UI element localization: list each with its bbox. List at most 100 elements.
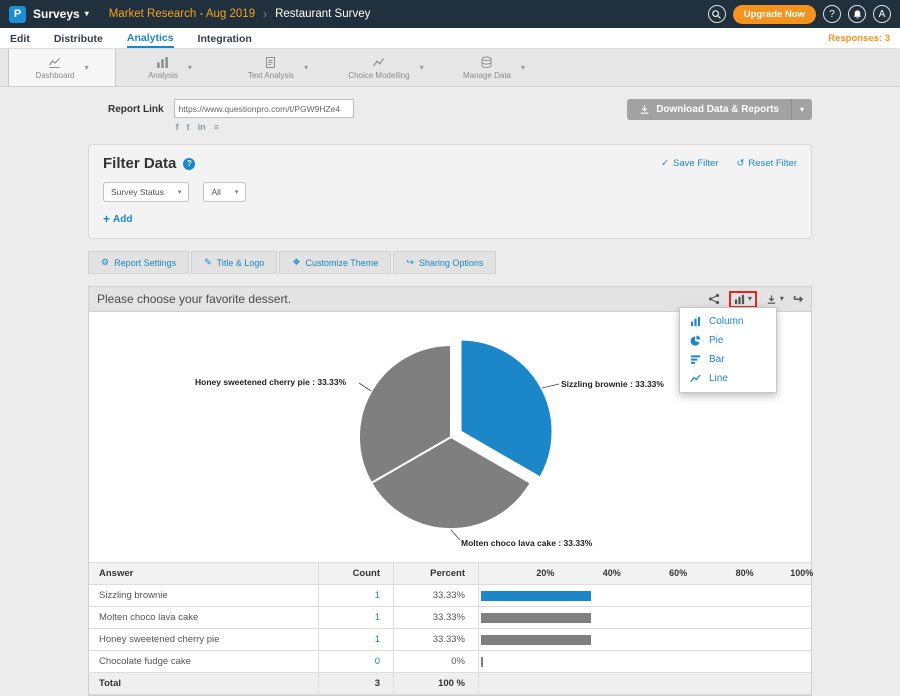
count-cell[interactable]: 0 bbox=[319, 651, 394, 672]
twitter-icon[interactable]: t bbox=[187, 122, 190, 132]
annotation-highlight-box: ▾ bbox=[729, 291, 757, 308]
chart-download-button[interactable]: ▾ bbox=[766, 294, 784, 305]
toolbar-item-choice-modelling[interactable]: Choice Modelling ▾ bbox=[332, 49, 440, 86]
social-share-row: f t in ≡ bbox=[176, 122, 354, 132]
percent-bar bbox=[481, 657, 483, 667]
download-label: Download Data & Reports bbox=[656, 104, 779, 115]
toolbar-label: Choice Modelling bbox=[348, 71, 409, 80]
chevron-down-icon[interactable]: ▾ bbox=[85, 64, 89, 72]
pie-callout-honey-cherry: Honey sweetened cherry pie : 33.33% bbox=[195, 377, 346, 387]
chevron-down-icon[interactable]: ▾ bbox=[521, 64, 525, 72]
survey-status-select[interactable]: Survey Status ▾ bbox=[103, 182, 189, 202]
toolbar-label: Dashboard bbox=[35, 71, 74, 80]
tab-label: Report Settings bbox=[114, 258, 176, 268]
count-cell[interactable]: 1 bbox=[319, 629, 394, 650]
tab-sharing-options[interactable]: ↪ Sharing Options bbox=[393, 251, 496, 274]
search-button[interactable] bbox=[708, 5, 726, 23]
chevron-down-icon: ▾ bbox=[235, 189, 239, 196]
add-label: Add bbox=[113, 214, 132, 225]
chart-share-button[interactable]: ↪ bbox=[793, 292, 803, 306]
save-filter-label: Save Filter bbox=[673, 158, 718, 169]
menu-item-column[interactable]: Column bbox=[680, 312, 776, 331]
filter-selects: Survey Status ▾ All ▾ bbox=[103, 182, 797, 202]
percent-bar bbox=[481, 613, 591, 623]
nav-item-edit[interactable]: Edit bbox=[10, 29, 30, 47]
bar-chart-icon bbox=[690, 354, 701, 365]
top-bar-left: P Surveys ▾ Market Research - Aug 2019 ›… bbox=[9, 6, 370, 23]
table-row: Honey sweetened cherry pie 1 33.33% bbox=[89, 629, 811, 651]
chart-type-button[interactable]: ▾ bbox=[734, 294, 752, 305]
menu-item-label: Line bbox=[709, 373, 728, 384]
notifications-button[interactable] bbox=[848, 5, 866, 23]
save-filter-button[interactable]: ✓ Save Filter bbox=[661, 158, 718, 169]
list-icon[interactable]: ≡ bbox=[214, 122, 219, 132]
nav-item-distribute[interactable]: Distribute bbox=[54, 29, 103, 47]
bar-cell bbox=[479, 607, 811, 628]
main-nav: Edit Distribute Analytics Integration Re… bbox=[0, 28, 900, 49]
count-cell[interactable]: 1 bbox=[319, 585, 394, 606]
chevron-down-icon[interactable]: ▾ bbox=[188, 64, 192, 72]
share-settings-icon[interactable] bbox=[708, 293, 720, 305]
upgrade-now-button[interactable]: Upgrade Now bbox=[733, 5, 816, 24]
table-row: Molten choco lava cake 1 33.33% bbox=[89, 607, 811, 629]
responses-count[interactable]: Responses: 3 bbox=[828, 33, 890, 44]
menu-item-bar[interactable]: Bar bbox=[680, 350, 776, 369]
answer-cell: Chocolate fudge cake bbox=[89, 651, 319, 672]
table-row: Chocolate fudge cake 0 0% bbox=[89, 651, 811, 673]
column-header-percent: Percent bbox=[394, 563, 479, 584]
chevron-down-icon[interactable]: ▾ bbox=[304, 64, 308, 72]
status-value: All bbox=[211, 187, 220, 197]
scale-tick: 80% bbox=[736, 568, 754, 578]
toolbar-item-text-analysis[interactable]: Text Analysis ▾ bbox=[224, 49, 332, 86]
surveys-menu[interactable]: Surveys ▾ bbox=[33, 7, 89, 21]
toolbar-label: Manage Data bbox=[463, 71, 511, 80]
pie-chart-icon bbox=[690, 335, 701, 346]
tab-label: Title & Logo bbox=[217, 258, 265, 268]
report-link-label: Report Link bbox=[108, 104, 164, 115]
breadcrumb-folder[interactable]: Market Research - Aug 2019 bbox=[109, 8, 255, 20]
theme-icon: ❖ bbox=[292, 257, 300, 268]
check-icon: ✓ bbox=[661, 158, 669, 169]
menu-item-pie[interactable]: Pie bbox=[680, 331, 776, 350]
help-button[interactable]: ? bbox=[823, 5, 841, 23]
download-data-reports-button[interactable]: Download Data & Reports bbox=[627, 99, 791, 120]
tab-report-settings[interactable]: ⚙ Report Settings bbox=[88, 251, 189, 274]
report-tabs: ⚙ Report Settings ✎ Title & Logo ❖ Custo… bbox=[88, 251, 812, 274]
status-value-select[interactable]: All ▾ bbox=[203, 182, 246, 202]
text-analysis-icon bbox=[264, 56, 277, 69]
help-icon[interactable]: ? bbox=[183, 158, 195, 170]
top-bar: P Surveys ▾ Market Research - Aug 2019 ›… bbox=[0, 0, 900, 28]
pie-callout-sizzling-brownie: Sizzling brownie : 33.33% bbox=[561, 379, 664, 389]
avatar[interactable]: A bbox=[873, 5, 891, 23]
report-link-input[interactable] bbox=[174, 99, 354, 118]
facebook-icon[interactable]: f bbox=[176, 122, 179, 132]
toolbar-item-manage-data[interactable]: Manage Data ▾ bbox=[440, 49, 548, 86]
nav-item-analytics[interactable]: Analytics bbox=[127, 28, 174, 48]
menu-item-label: Column bbox=[709, 316, 743, 327]
answer-cell: Molten choco lava cake bbox=[89, 607, 319, 628]
reset-filter-button[interactable]: ↺ Reset Filter bbox=[736, 158, 797, 169]
chevron-down-icon: ▾ bbox=[178, 189, 182, 196]
tab-customize-theme[interactable]: ❖ Customize Theme bbox=[279, 251, 391, 274]
percent-cell: 33.33% bbox=[394, 607, 479, 628]
question-title: Please choose your favorite dessert. bbox=[97, 292, 291, 306]
add-filter-button[interactable]: + Add bbox=[103, 212, 132, 226]
nav-item-integration[interactable]: Integration bbox=[198, 29, 252, 47]
reset-icon: ↺ bbox=[736, 158, 744, 169]
table-row: Sizzling brownie 1 33.33% bbox=[89, 585, 811, 607]
tab-title-logo[interactable]: ✎ Title & Logo bbox=[191, 251, 277, 274]
download-menu-caret[interactable]: ▾ bbox=[791, 99, 812, 120]
count-cell[interactable]: 1 bbox=[319, 607, 394, 628]
toolbar-label: Text Analysis bbox=[248, 71, 294, 80]
toolbar-item-dashboard[interactable]: Dashboard ▾ bbox=[8, 49, 116, 86]
menu-item-line[interactable]: Line bbox=[680, 369, 776, 388]
bar-cell bbox=[479, 629, 811, 650]
total-label: Total bbox=[89, 673, 319, 694]
questionpro-logo[interactable]: P bbox=[9, 6, 26, 23]
chevron-down-icon[interactable]: ▾ bbox=[420, 64, 424, 72]
linkedin-icon[interactable]: in bbox=[198, 122, 206, 132]
toolbar-item-analysis[interactable]: Analysis ▾ bbox=[116, 49, 224, 86]
percent-bar bbox=[481, 591, 591, 601]
breadcrumb-separator-icon: › bbox=[263, 7, 267, 21]
toolbar-label: Analysis bbox=[148, 71, 178, 80]
